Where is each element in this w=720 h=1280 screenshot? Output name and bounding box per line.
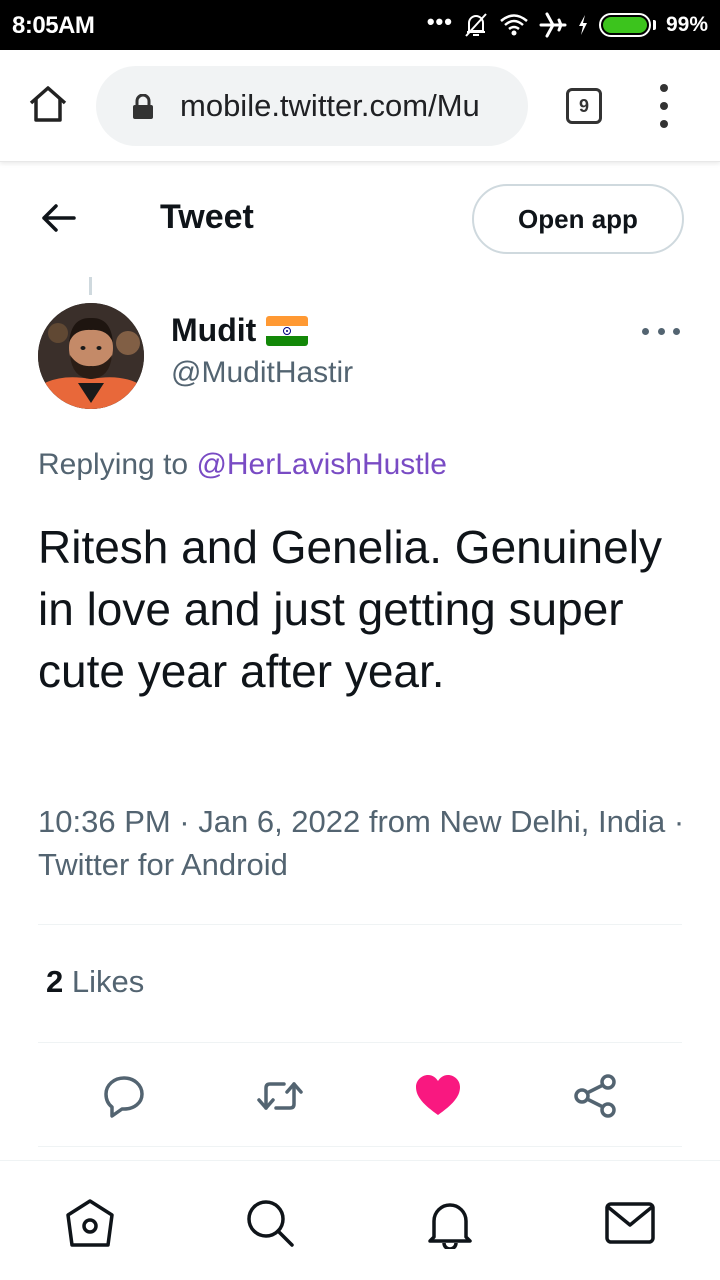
thread-connector bbox=[89, 277, 92, 295]
battery-cap bbox=[652, 20, 656, 30]
author-name-text: Mudit bbox=[171, 312, 257, 348]
lock-icon bbox=[133, 94, 153, 119]
notifications-icon[interactable] bbox=[424, 1197, 476, 1249]
retweet-icon[interactable] bbox=[256, 1072, 304, 1120]
like-icon[interactable] bbox=[414, 1072, 462, 1120]
back-arrow-icon[interactable] bbox=[36, 196, 80, 240]
replying-to-line: Replying to @HerLavishHustle bbox=[38, 448, 447, 482]
open-app-button[interactable]: Open app bbox=[472, 184, 684, 254]
status-time: 8:05AM bbox=[12, 12, 95, 39]
likes-link[interactable]: 2 Likes bbox=[46, 964, 144, 1000]
charging-icon bbox=[578, 15, 587, 35]
notifications-off-icon bbox=[465, 13, 487, 37]
more-options-icon[interactable] bbox=[642, 324, 680, 338]
tab-switcher-button[interactable]: 9 bbox=[566, 88, 602, 124]
battery-percent: 99% bbox=[665, 13, 708, 36]
share-icon[interactable] bbox=[572, 1072, 620, 1120]
author-name[interactable]: Mudit bbox=[171, 312, 309, 349]
reply-icon[interactable] bbox=[100, 1072, 148, 1120]
divider bbox=[38, 924, 682, 925]
status-bar: 8:05AM ••• 99% bbox=[0, 0, 720, 50]
page-title: Tweet bbox=[160, 198, 254, 236]
avatar[interactable] bbox=[38, 303, 144, 409]
tweet-metadata: 10:36 PM · Jan 6, 2022 from New Delhi, I… bbox=[38, 804, 685, 882]
author-handle[interactable]: @MuditHastir bbox=[171, 356, 353, 390]
messages-icon[interactable] bbox=[604, 1197, 656, 1249]
status-icons: ••• 99% bbox=[427, 8, 708, 42]
search-icon[interactable] bbox=[244, 1197, 296, 1249]
tweet-text: Ritesh and Genelia. Genuinely in love an… bbox=[38, 521, 662, 697]
likes-count: 2 bbox=[46, 964, 64, 999]
mention-link[interactable]: @HerLavishHustle bbox=[196, 448, 447, 481]
divider bbox=[38, 1042, 682, 1043]
india-flag-icon bbox=[266, 315, 309, 346]
likes-label: Likes bbox=[71, 964, 145, 999]
bottom-navigation bbox=[0, 1160, 720, 1280]
airplane-icon bbox=[539, 12, 567, 38]
home-icon[interactable] bbox=[64, 1197, 116, 1249]
address-bar[interactable]: mobile.twitter.com/Mu bbox=[96, 66, 528, 146]
more-dots-icon: ••• bbox=[426, 9, 453, 34]
home-button[interactable] bbox=[26, 82, 70, 126]
wifi-icon bbox=[500, 14, 528, 36]
url-text: mobile.twitter.com/Mu bbox=[180, 88, 480, 123]
browser-toolbar: mobile.twitter.com/Mu 9 bbox=[0, 50, 720, 162]
replying-prefix: Replying to bbox=[38, 448, 189, 481]
battery-icon bbox=[598, 13, 651, 37]
browser-menu-icon[interactable] bbox=[652, 84, 676, 128]
divider bbox=[38, 1146, 682, 1147]
